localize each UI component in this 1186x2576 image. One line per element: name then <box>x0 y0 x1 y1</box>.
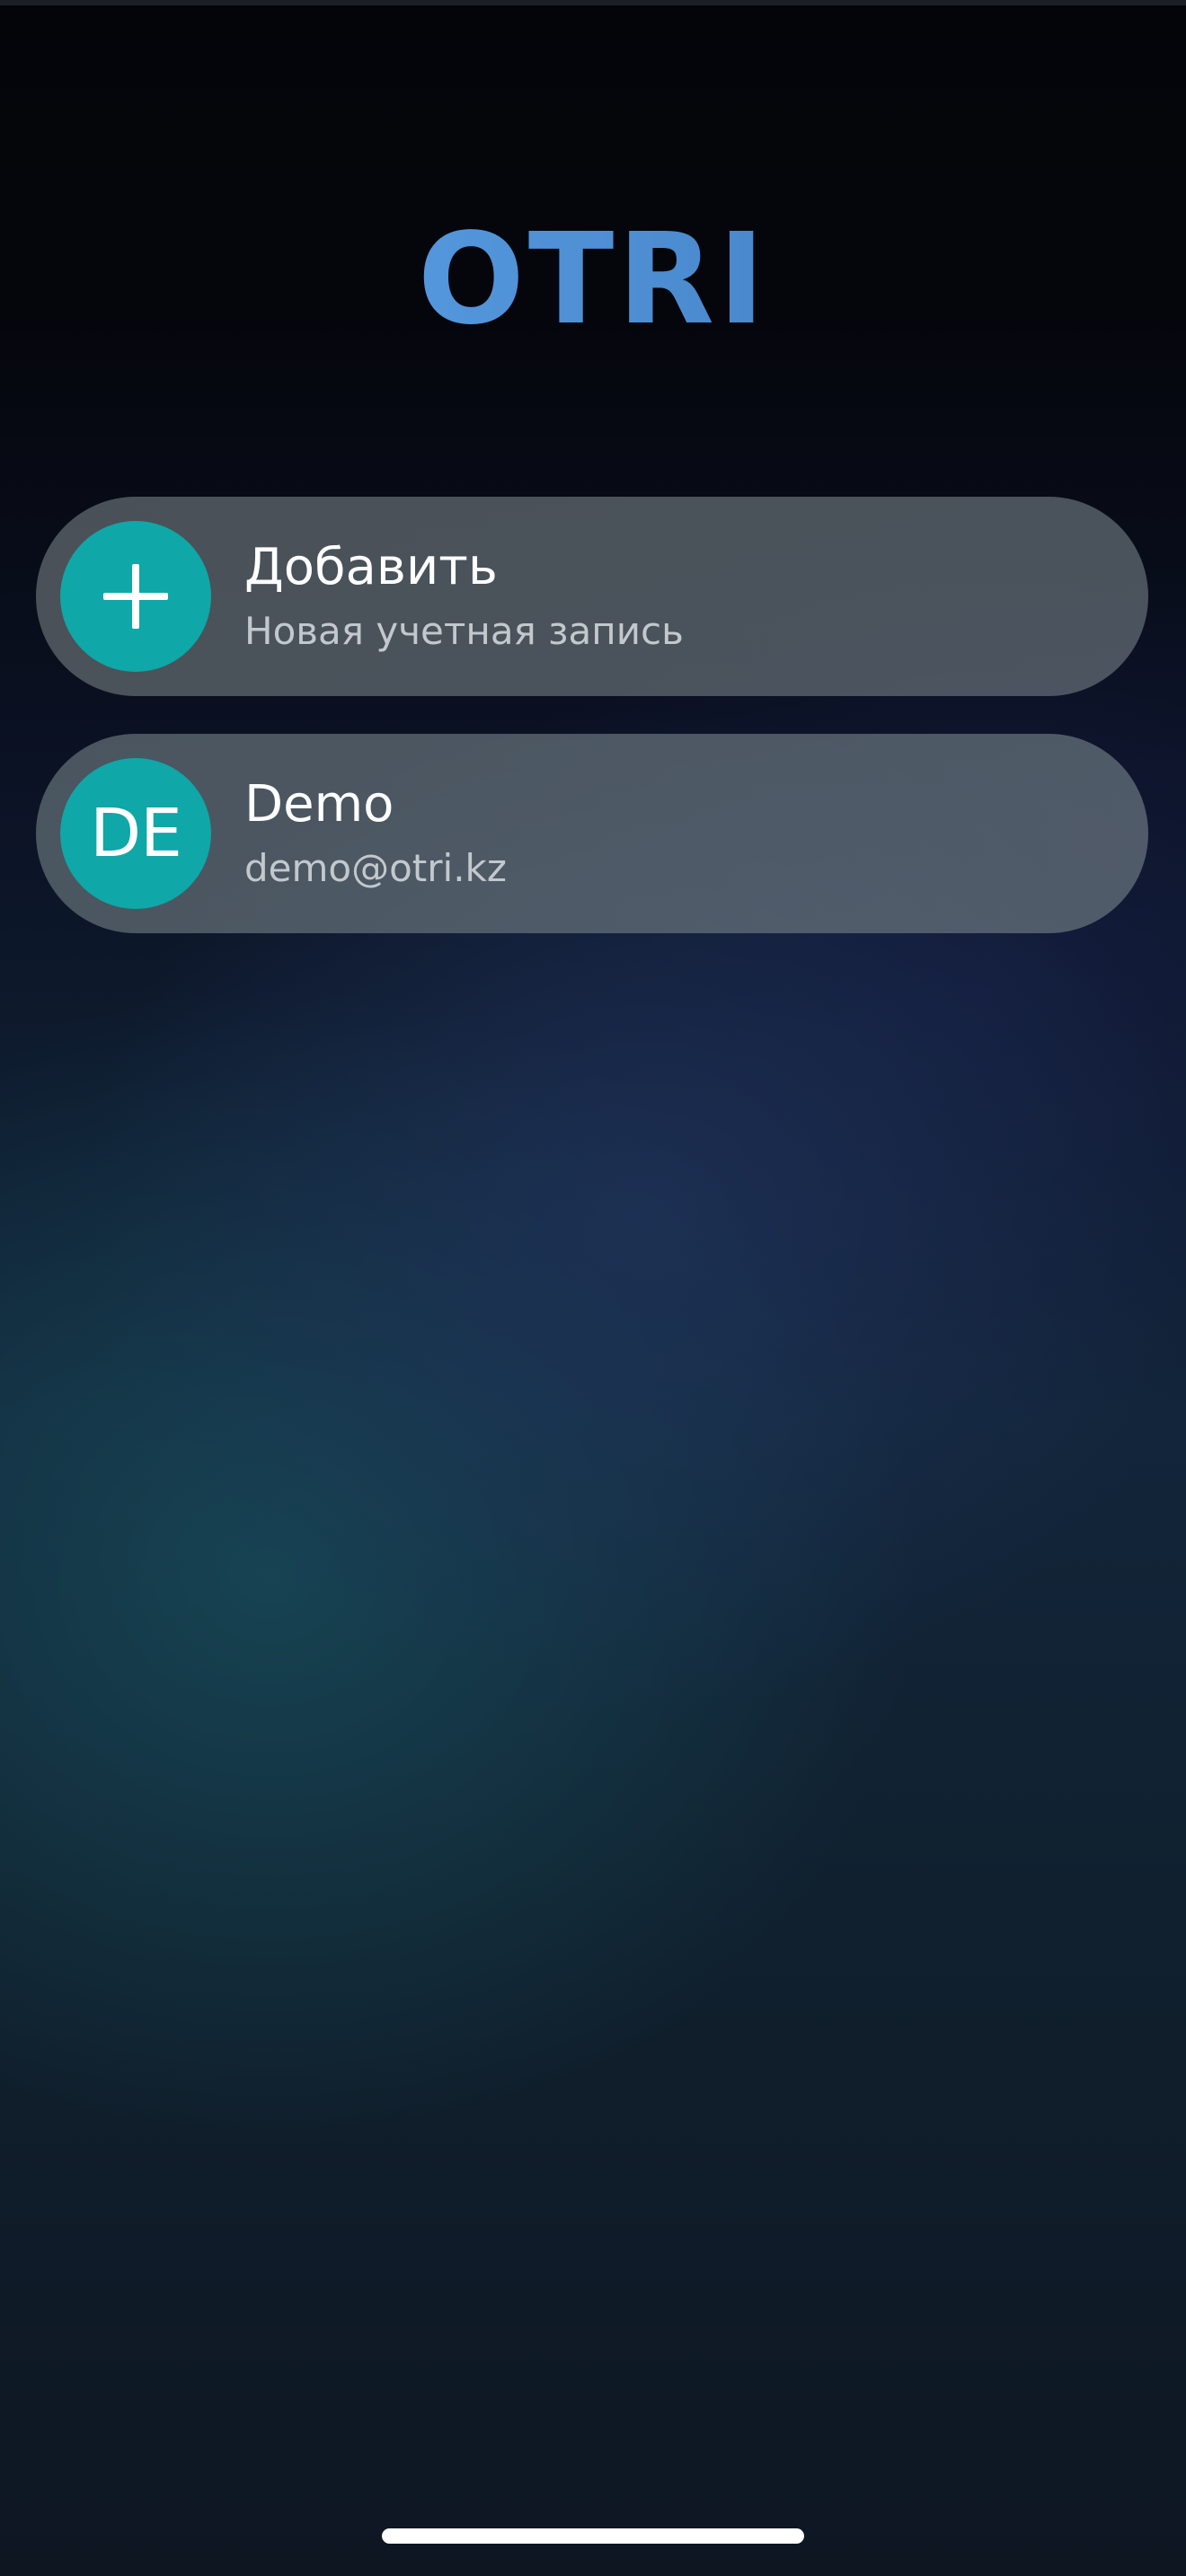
plus-icon <box>100 560 172 632</box>
add-account-button[interactable]: Добавить Новая учетная запись <box>36 497 1148 696</box>
avatar-initials: DE <box>90 795 182 872</box>
home-indicator[interactable] <box>382 2528 804 2544</box>
avatar: DE <box>60 758 211 909</box>
add-account-avatar <box>60 521 211 672</box>
account-picker-screen: OTRI Добавить Новая учетная запись DE De… <box>0 0 1186 2576</box>
app-logo: OTRI <box>0 208 1186 352</box>
status-bar-edge <box>0 0 1186 5</box>
account-name: Demo <box>244 775 394 834</box>
add-account-subtitle: Новая учетная запись <box>244 609 684 653</box>
add-account-title: Добавить <box>244 538 498 596</box>
account-email: demo@otri.kz <box>244 846 507 890</box>
account-item-demo[interactable]: DE Demo demo@otri.kz <box>36 734 1148 933</box>
